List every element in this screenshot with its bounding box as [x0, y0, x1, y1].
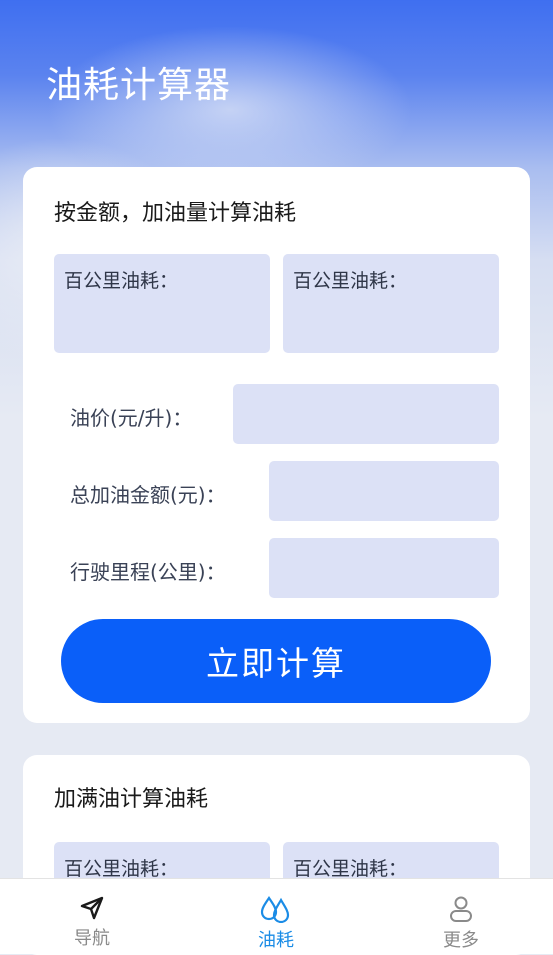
- oil-price-label: 油价(元/升)：: [70, 406, 193, 430]
- tab-label: 更多: [443, 930, 479, 951]
- fuel-drops-icon: [260, 896, 290, 923]
- tab-fuel-consumption[interactable]: 油耗: [216, 879, 336, 954]
- mileage-label: 行驶里程(公里)：: [70, 560, 226, 584]
- tab-label: 导航: [74, 928, 110, 949]
- oil-price-input[interactable]: [233, 384, 499, 444]
- result-label: 百公里油耗：: [64, 858, 179, 880]
- page-title: 油耗计算器: [46, 65, 232, 106]
- bottom-tab-bar: 导航 油耗 更多: [0, 878, 553, 954]
- person-icon: [450, 896, 472, 922]
- result-label: 百公里油耗：: [293, 858, 408, 880]
- card-title: 按金额，加油量计算油耗: [54, 201, 297, 226]
- result-label: 百公里油耗：: [64, 270, 179, 292]
- total-amount-label: 总加油金额(元)：: [70, 483, 226, 507]
- result-box-consumption: 百公里油耗：: [283, 254, 499, 353]
- result-box-consumption: 百公里油耗：: [54, 254, 270, 353]
- mileage-input[interactable]: [269, 538, 499, 598]
- result-label: 百公里油耗：: [293, 270, 408, 292]
- total-amount-input[interactable]: [269, 461, 499, 521]
- calculate-button[interactable]: 立即计算: [61, 619, 491, 703]
- tab-navigation[interactable]: 导航: [32, 879, 152, 954]
- amount-volume-calc-card: 按金额，加油量计算油耗 百公里油耗： 百公里油耗： 油价(元/升)： 总加油金额…: [23, 167, 530, 723]
- navigation-arrow-icon: [80, 896, 104, 920]
- tab-label: 油耗: [258, 930, 294, 951]
- card-title: 加满油计算油耗: [54, 787, 209, 812]
- tab-more[interactable]: 更多: [401, 879, 521, 954]
